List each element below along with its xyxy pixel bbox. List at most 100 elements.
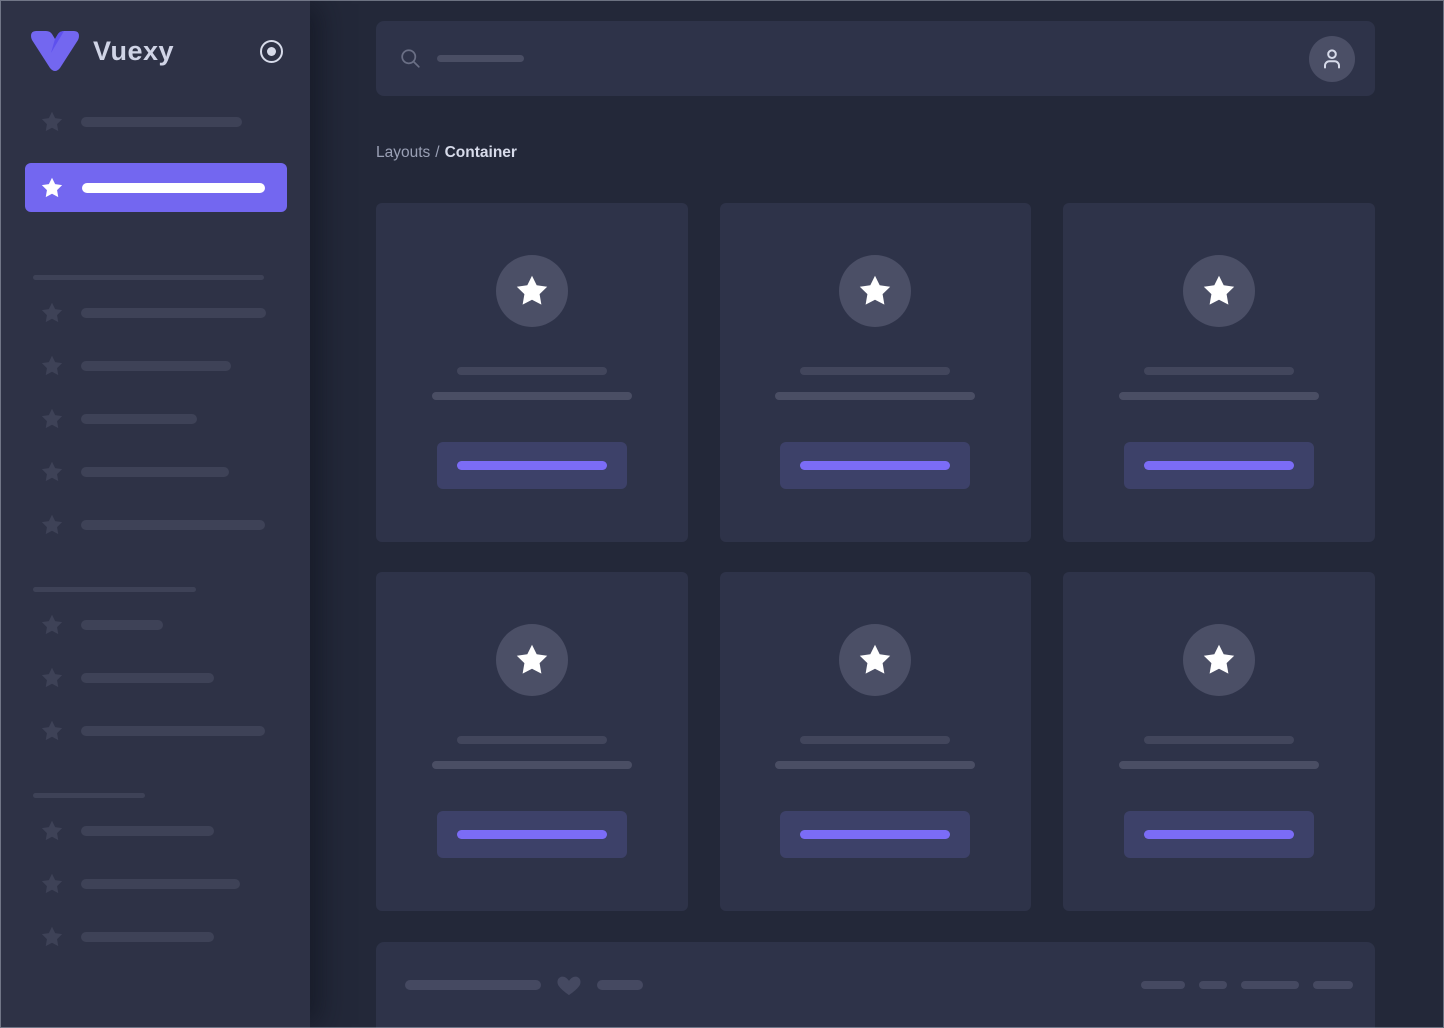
sidebar-nav-item[interactable] — [0, 354, 310, 378]
sidebar-nav-item[interactable] — [0, 407, 310, 431]
content-card — [1063, 572, 1375, 911]
card-subtitle-placeholder — [775, 761, 976, 769]
star-icon — [41, 820, 63, 841]
star-icon — [41, 408, 63, 429]
radio-circle-icon — [260, 39, 283, 63]
star-icon — [860, 644, 891, 674]
search-bar[interactable] — [376, 21, 1375, 96]
sidebar-nav-item[interactable] — [0, 460, 310, 484]
card-title-placeholder — [800, 367, 951, 375]
card-avatar — [839, 255, 912, 327]
card-subtitle-placeholder — [431, 392, 632, 400]
nav-label-placeholder — [81, 726, 265, 736]
nav-label-placeholder — [81, 467, 229, 477]
sidebar: Vuexy — [0, 0, 310, 1028]
card-subtitle-placeholder — [1119, 761, 1320, 769]
content-card — [1063, 203, 1375, 542]
star-icon — [860, 275, 891, 305]
brand-title: Vuexy — [93, 35, 175, 66]
content-card — [719, 203, 1032, 542]
button-label-placeholder — [800, 461, 951, 470]
nav-label-placeholder — [81, 879, 240, 889]
sidebar-nav-item[interactable] — [0, 666, 310, 690]
card-avatar — [839, 624, 912, 696]
search-icon — [401, 49, 420, 68]
card-title-placeholder — [456, 367, 607, 375]
breadcrumb-parent[interactable]: Layouts — [376, 144, 430, 161]
vuexy-logo-icon — [31, 31, 79, 71]
breadcrumb: Layouts / Container — [376, 144, 1375, 162]
footer-link-placeholder[interactable] — [1199, 981, 1227, 989]
sidebar-nav-item[interactable] — [0, 301, 310, 325]
content-card — [719, 572, 1032, 911]
button-label-placeholder — [1144, 461, 1295, 470]
card-action-button[interactable] — [1124, 442, 1315, 489]
star-icon — [1203, 275, 1235, 305]
sidebar-nav — [0, 110, 310, 949]
card-title-placeholder — [456, 736, 607, 744]
nav-label-placeholder — [81, 520, 265, 530]
button-label-placeholder — [1144, 830, 1295, 839]
breadcrumb-separator: / — [435, 144, 440, 161]
card-subtitle-placeholder — [775, 392, 976, 400]
card-title-placeholder — [800, 736, 951, 744]
sidebar-section — [0, 587, 310, 743]
sidebar-nav-item[interactable] — [0, 925, 310, 949]
card-title-placeholder — [1144, 367, 1295, 375]
sidebar-nav-item[interactable] — [0, 872, 310, 896]
card-avatar — [495, 255, 568, 327]
star-icon — [516, 275, 548, 305]
search-placeholder-bar — [437, 55, 524, 62]
user-avatar[interactable] — [1309, 35, 1355, 82]
sidebar-section — [0, 793, 310, 949]
star-icon — [41, 111, 63, 132]
sidebar-nav-item[interactable] — [0, 613, 310, 637]
nav-label-placeholder — [81, 826, 214, 836]
sidebar-nav-item-active[interactable] — [25, 163, 287, 212]
footer-text-placeholder — [597, 980, 643, 990]
sidebar-nav-item[interactable] — [0, 819, 310, 843]
footer-link-placeholder[interactable] — [1313, 981, 1353, 989]
card-title-placeholder — [1144, 736, 1295, 744]
star-icon — [41, 302, 63, 323]
star-icon — [41, 720, 63, 741]
section-header-placeholder — [33, 275, 264, 280]
star-icon — [41, 355, 63, 376]
cards-grid — [376, 203, 1375, 911]
footer-text-placeholder — [405, 980, 541, 990]
star-icon — [516, 644, 548, 674]
nav-label-placeholder — [81, 673, 214, 683]
star-icon — [41, 614, 63, 635]
card-action-button[interactable] — [436, 442, 627, 489]
footer — [376, 942, 1375, 1028]
footer-left — [405, 972, 643, 998]
section-header-placeholder — [33, 587, 196, 592]
nav-label-placeholder — [81, 308, 266, 318]
sidebar-section — [0, 275, 310, 537]
card-action-button[interactable] — [780, 811, 971, 858]
sidebar-nav-item[interactable] — [0, 513, 310, 537]
footer-link-placeholder[interactable] — [1141, 981, 1185, 989]
star-icon — [41, 926, 63, 947]
button-label-placeholder — [456, 461, 607, 470]
sidebar-nav-item[interactable] — [0, 110, 310, 134]
star-icon — [41, 514, 63, 535]
sidebar-toggle[interactable] — [259, 39, 284, 64]
card-action-button[interactable] — [780, 442, 971, 489]
card-action-button[interactable] — [436, 811, 627, 858]
nav-label-placeholder — [81, 620, 163, 630]
section-header-placeholder — [33, 793, 145, 798]
nav-label-placeholder — [81, 361, 231, 371]
footer-link-placeholder[interactable] — [1241, 981, 1299, 989]
card-avatar — [1183, 255, 1256, 327]
card-action-button[interactable] — [1124, 811, 1315, 858]
card-subtitle-placeholder — [1119, 392, 1320, 400]
content-card — [376, 203, 688, 542]
main-content: Layouts / Container — [310, 0, 1444, 1028]
heart-icon — [557, 976, 581, 996]
breadcrumb-current: Container — [444, 144, 517, 161]
sidebar-nav-item[interactable] — [0, 719, 310, 743]
star-icon — [41, 177, 63, 197]
nav-label-placeholder — [81, 932, 214, 942]
star-icon — [41, 667, 63, 688]
